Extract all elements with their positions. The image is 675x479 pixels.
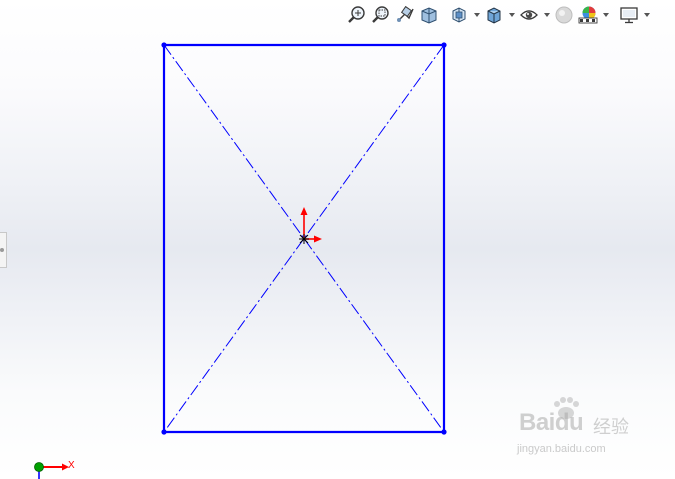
graphics-area[interactable]: X Baidu 经验 jingyan.baidu.com	[0, 0, 675, 479]
triad-x-label: X	[68, 460, 75, 471]
sketch-point-top-left[interactable]	[161, 42, 167, 48]
sketch-point-bottom-right[interactable]	[441, 429, 447, 435]
sketch-origin-icon[interactable]	[299, 207, 322, 244]
sketch-canvas	[161, 42, 447, 435]
sketch-point-top-right[interactable]	[441, 42, 447, 48]
sketch-point-bottom-left[interactable]	[161, 429, 167, 435]
